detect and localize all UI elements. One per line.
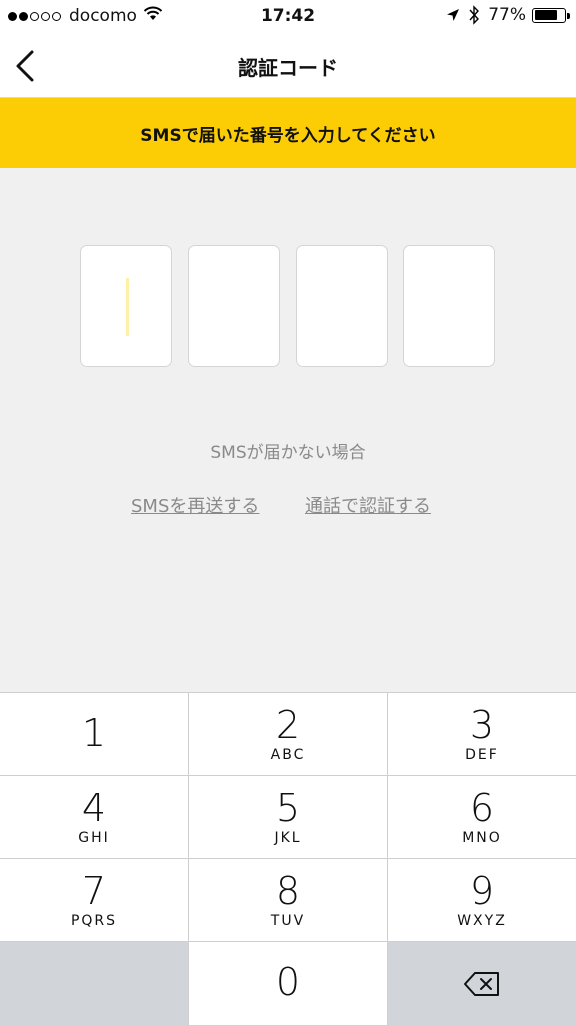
key-8[interactable]: 8 TUV: [189, 859, 388, 942]
code-digit-input-3[interactable]: [296, 245, 388, 367]
key-2[interactable]: 2 ABC: [189, 693, 388, 776]
key-6[interactable]: 6 MNO: [388, 776, 576, 859]
key-7[interactable]: 7 PQRS: [0, 859, 189, 942]
key-blank: [0, 942, 189, 1025]
navigation-bar: 認証コード: [0, 34, 576, 98]
battery-icon: [532, 7, 570, 23]
backspace-key[interactable]: [388, 942, 576, 1025]
key-9[interactable]: 9 WXYZ: [388, 859, 576, 942]
bluetooth-icon: [469, 5, 480, 25]
battery-percent: 77%: [488, 5, 526, 25]
verification-code-inputs: [80, 245, 496, 369]
key-4[interactable]: 4 GHI: [0, 776, 189, 859]
key-1[interactable]: 1: [0, 693, 189, 776]
key-0[interactable]: 0: [189, 942, 388, 1025]
location-arrow-icon: [447, 9, 460, 21]
no-sms-label: SMSが届かない場合: [210, 443, 366, 463]
call-verification-link[interactable]: 通話で認証する: [305, 492, 431, 518]
instruction-banner: SMSで届いた番号を入力してください: [0, 98, 576, 168]
resend-sms-link[interactable]: SMSを再送する: [131, 492, 259, 518]
backspace-icon: [464, 972, 499, 996]
status-right: 77%: [446, 5, 570, 25]
key-3[interactable]: 3 DEF: [388, 693, 576, 776]
text-caret: [126, 278, 129, 336]
page-title: 認証コード: [238, 56, 338, 80]
code-digit-input-2[interactable]: [188, 245, 280, 367]
code-digit-input-1[interactable]: [80, 245, 172, 367]
code-digit-input-4[interactable]: [403, 245, 495, 367]
status-bar: docomo 17:42 77%: [0, 0, 576, 34]
numeric-keypad: 1 2 ABC 3 DEF 4 GHI 5 JKL 6 MNO 7 PQRS 8…: [0, 692, 576, 1025]
key-5[interactable]: 5 JKL: [189, 776, 388, 859]
instruction-text: SMSで届いた番号を入力してください: [140, 125, 436, 146]
